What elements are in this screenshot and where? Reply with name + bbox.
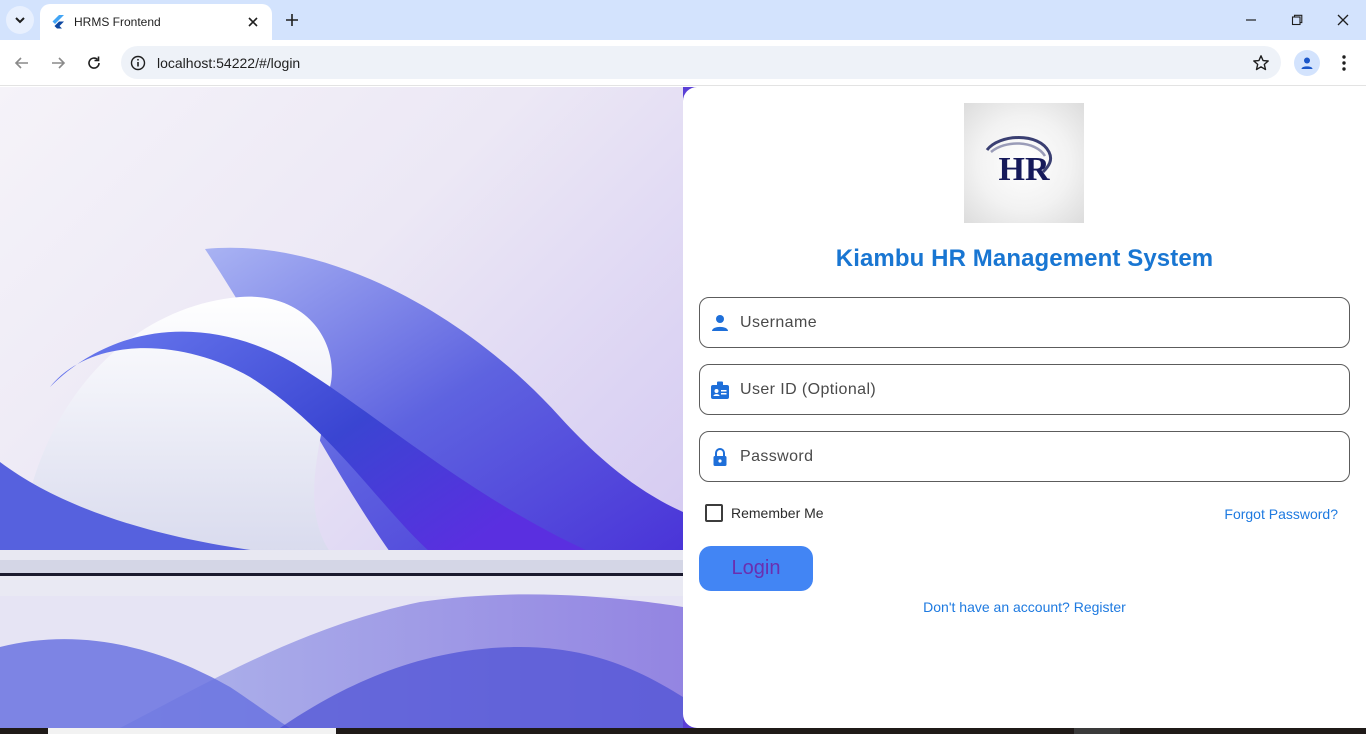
url-text[interactable]: localhost:54222/#/login xyxy=(157,55,1247,71)
hr-logo-icon: HR xyxy=(985,136,1053,188)
browser-tab[interactable]: HRMS Frontend xyxy=(40,4,272,40)
more-vert-icon xyxy=(1342,55,1346,71)
tab-search-button[interactable] xyxy=(6,6,34,34)
hr-logo: HR xyxy=(964,103,1084,223)
password-field[interactable] xyxy=(699,431,1350,482)
taskbar-item[interactable] xyxy=(48,728,336,734)
taskbar xyxy=(0,728,1366,734)
tab-title: HRMS Frontend xyxy=(74,15,161,29)
minimize-icon xyxy=(1246,19,1256,21)
reload-icon xyxy=(88,56,100,69)
minimize-button[interactable] xyxy=(1237,8,1265,32)
browser-menu-button[interactable] xyxy=(1333,50,1355,76)
forward-button[interactable] xyxy=(45,50,71,76)
address-bar[interactable]: localhost:54222/#/login xyxy=(121,46,1281,79)
reload-button[interactable] xyxy=(81,50,107,76)
hero-image xyxy=(0,87,683,728)
forgot-password-link[interactable]: Forgot Password? xyxy=(1224,506,1338,522)
username-field[interactable] xyxy=(699,297,1350,348)
password-input[interactable] xyxy=(740,447,1349,466)
lock-icon xyxy=(709,446,731,468)
chevron-down-icon xyxy=(15,17,25,24)
bookmark-button[interactable] xyxy=(1247,49,1275,77)
badge-icon xyxy=(709,379,731,401)
page-title: Kiambu HR Management System xyxy=(835,245,1214,272)
star-icon xyxy=(1253,54,1269,70)
close-icon xyxy=(248,17,258,27)
profile-button[interactable] xyxy=(1294,50,1320,76)
userid-input[interactable] xyxy=(740,380,1349,399)
flutter-icon xyxy=(52,15,64,29)
new-tab-button[interactable] xyxy=(280,8,304,32)
taskbar-item[interactable] xyxy=(1074,728,1120,734)
remember-checkbox[interactable] xyxy=(705,504,723,522)
username-input[interactable] xyxy=(740,313,1349,332)
arrow-left-icon xyxy=(14,57,28,69)
info-icon xyxy=(130,55,146,70)
login-panel: HR Kiambu HR Management System Remember … xyxy=(683,87,1366,728)
person-icon xyxy=(709,312,731,334)
browser-toolbar: localhost:54222/#/login xyxy=(0,40,1366,86)
abstract-waves-illustration xyxy=(0,247,683,728)
tab-close-button[interactable] xyxy=(244,13,262,31)
close-icon xyxy=(1337,14,1349,26)
restore-icon xyxy=(1291,14,1303,26)
remember-me[interactable]: Remember Me xyxy=(705,504,824,522)
tab-strip: HRMS Frontend xyxy=(0,0,1366,40)
userid-field[interactable] xyxy=(699,364,1350,415)
site-info-button[interactable] xyxy=(127,52,149,74)
svg-text:HR: HR xyxy=(999,151,1050,188)
person-icon xyxy=(1301,57,1313,69)
remember-label: Remember Me xyxy=(731,505,824,521)
restore-button[interactable] xyxy=(1283,8,1311,32)
login-button[interactable]: Login xyxy=(699,546,813,591)
register-link[interactable]: Don't have an account? Register xyxy=(683,599,1366,615)
back-button[interactable] xyxy=(9,50,35,76)
arrow-right-icon xyxy=(52,57,66,69)
close-window-button[interactable] xyxy=(1329,8,1357,32)
plus-icon xyxy=(286,14,298,26)
page-viewport: HR Kiambu HR Management System Remember … xyxy=(0,87,1366,728)
